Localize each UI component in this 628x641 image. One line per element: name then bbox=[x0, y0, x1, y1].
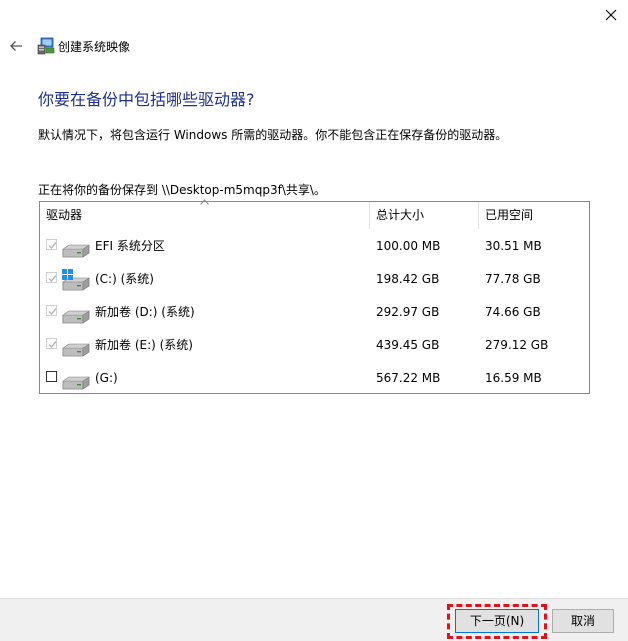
drive-used-space: 77.78 GB bbox=[485, 272, 541, 286]
drive-used-space: 74.66 GB bbox=[485, 305, 541, 319]
checkmark-icon bbox=[48, 275, 57, 283]
drive-total-size: 439.45 GB bbox=[376, 338, 440, 352]
cancel-button[interactable]: 取消 bbox=[552, 609, 614, 633]
column-header-drive[interactable]: 驱动器 bbox=[40, 202, 370, 229]
drive-name: EFI 系统分区 bbox=[95, 239, 165, 253]
column-header-used-space[interactable]: 已用空间 bbox=[479, 202, 589, 229]
next-button[interactable]: 下一页(N) bbox=[455, 609, 539, 633]
drive-used-space: 279.12 GB bbox=[485, 338, 549, 352]
page-heading: 你要在备份中包括哪些驱动器? bbox=[38, 90, 255, 109]
drive-total-size: 100.00 MB bbox=[376, 239, 441, 253]
drive-row[interactable]: (C:) (系统) 198.42 GB 77.78 GB bbox=[40, 263, 589, 296]
drive-icon bbox=[62, 244, 90, 258]
drive-icon bbox=[62, 343, 90, 357]
close-button[interactable] bbox=[594, 0, 628, 30]
checkmark-icon bbox=[48, 308, 57, 316]
window-title: 创建系统映像 bbox=[58, 40, 131, 54]
checkmark-icon bbox=[48, 242, 57, 250]
drive-row[interactable]: 新加卷 (D:) (系统) 292.97 GB 74.66 GB bbox=[40, 296, 589, 329]
drive-row[interactable]: EFI 系统分区 100.00 MB 30.51 MB bbox=[40, 230, 589, 263]
drive-icon bbox=[62, 376, 90, 390]
drive-checkbox[interactable] bbox=[46, 371, 57, 382]
drive-name: (G:) bbox=[95, 371, 118, 385]
drive-name: 新加卷 (D:) (系统) bbox=[95, 305, 195, 319]
column-header-total-size[interactable]: 总计大小 bbox=[370, 202, 479, 229]
backup-app-icon bbox=[37, 37, 55, 55]
checkmark-icon bbox=[48, 341, 57, 349]
drive-used-space: 30.51 MB bbox=[485, 239, 542, 253]
drive-row[interactable]: 新加卷 (E:) (系统) 439.45 GB 279.12 GB bbox=[40, 329, 589, 362]
drive-row[interactable]: (G:) 567.22 MB 16.59 MB bbox=[40, 362, 589, 395]
footer-bar: 下一页(N) 取消 bbox=[0, 598, 628, 641]
close-icon bbox=[605, 9, 617, 21]
drive-checkbox bbox=[46, 338, 57, 349]
drive-checkbox bbox=[46, 239, 57, 250]
page-description: 默认情况下，将包含运行 Windows 所需的驱动器。你不能包含正在保存备份的驱… bbox=[38, 128, 508, 142]
drive-checkbox bbox=[46, 272, 57, 283]
drive-checkbox bbox=[46, 305, 57, 316]
save-location-text: 正在将你的备份保存到 \\Desktop-m5mqp3f\共享\。 bbox=[38, 183, 326, 197]
drive-icon bbox=[62, 310, 90, 324]
drive-name: 新加卷 (E:) (系统) bbox=[95, 338, 193, 352]
drive-total-size: 567.22 MB bbox=[376, 371, 441, 385]
back-button[interactable] bbox=[6, 36, 26, 56]
back-arrow-icon bbox=[10, 41, 22, 51]
drive-used-space: 16.59 MB bbox=[485, 371, 542, 385]
drive-total-size: 292.97 GB bbox=[376, 305, 440, 319]
windows-drive-icon bbox=[62, 269, 90, 291]
drive-total-size: 198.42 GB bbox=[376, 272, 440, 286]
drive-name: (C:) (系统) bbox=[95, 272, 154, 286]
drive-list: 驱动器 总计大小 已用空间 EFI 系统分区 100.00 MB 30.51 MB (… bbox=[39, 199, 590, 395]
